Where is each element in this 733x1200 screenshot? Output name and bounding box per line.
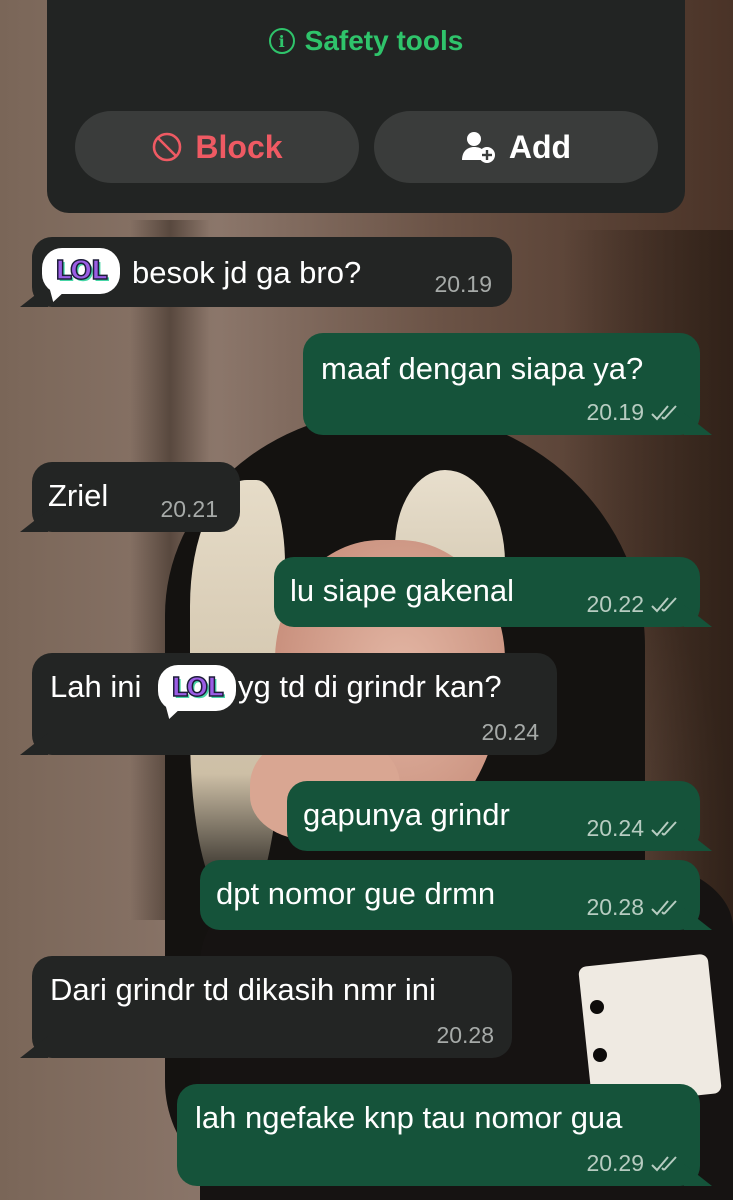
message-text-before-sticker: Lah ini bbox=[50, 669, 142, 704]
read-receipt-icon bbox=[651, 404, 677, 420]
unknown-contact-card: i Safety tools Block Add bbox=[47, 0, 685, 213]
message-text-after-sticker: yg td di grindr kan? bbox=[238, 669, 502, 704]
time-label: 20.19 bbox=[434, 271, 492, 297]
message-bubble-outgoing[interactable]: gapunya grindr 20.24 bbox=[287, 781, 700, 851]
time-label: 20.24 bbox=[481, 719, 539, 745]
message-time: 20.28 bbox=[586, 894, 684, 921]
message-text: maaf dengan siapa ya? bbox=[321, 351, 644, 386]
message-time: 20.28 bbox=[436, 1022, 494, 1049]
read-receipt-icon bbox=[651, 1155, 677, 1171]
message-text: Zriel bbox=[48, 478, 109, 513]
message-bubble-outgoing[interactable]: dpt nomor gue drmn 20.28 bbox=[200, 860, 700, 930]
message-time: 20.21 bbox=[160, 496, 218, 523]
message-time: 20.19 bbox=[434, 271, 492, 298]
message-bubble-incoming[interactable]: Dari grindr td dikasih nmr ini 20.28 bbox=[32, 956, 512, 1058]
message-time: 20.24 bbox=[481, 719, 539, 746]
time-label: 20.24 bbox=[586, 815, 644, 841]
add-person-icon bbox=[461, 132, 495, 163]
message-time: 20.29 bbox=[586, 1150, 684, 1177]
message-bubble-incoming[interactable]: Lah ini LOL yg td di grindr kan? 20.24 bbox=[32, 653, 557, 755]
message-bubble-outgoing[interactable]: lu siape gakenal 20.22 bbox=[274, 557, 700, 627]
message-text: lu siape gakenal bbox=[290, 573, 515, 608]
lol-sticker: LOL bbox=[42, 248, 120, 294]
message-bubble-incoming[interactable]: LOL besok jd ga bro? 20.19 bbox=[32, 237, 512, 307]
sticker-text: LOL bbox=[171, 672, 225, 704]
sticker-text: LOL bbox=[55, 255, 109, 287]
time-label: 20.19 bbox=[586, 399, 644, 425]
read-receipt-icon bbox=[651, 899, 677, 915]
message-text: dpt nomor gue drmn bbox=[216, 876, 496, 911]
block-button[interactable]: Block bbox=[75, 111, 359, 183]
time-label: 20.28 bbox=[436, 1022, 494, 1048]
block-icon bbox=[153, 132, 182, 162]
message-bubble-incoming[interactable]: Zriel 20.21 bbox=[32, 462, 240, 532]
block-label: Block bbox=[195, 128, 283, 165]
time-label: 20.21 bbox=[160, 496, 218, 522]
message-bubble-outgoing[interactable]: maaf dengan siapa ya? 20.19 bbox=[303, 333, 700, 435]
message-time: 20.22 bbox=[586, 591, 684, 618]
message-text: gapunya grindr bbox=[303, 797, 510, 832]
read-receipt-icon bbox=[651, 596, 677, 612]
add-label: Add bbox=[508, 128, 572, 165]
time-label: 20.29 bbox=[586, 1150, 644, 1176]
info-icon: i bbox=[268, 28, 295, 54]
add-contact-button[interactable]: Add bbox=[374, 111, 658, 183]
message-text: besok jd ga bro? bbox=[132, 255, 362, 290]
time-label: 20.28 bbox=[586, 894, 644, 920]
time-label: 20.22 bbox=[586, 591, 644, 617]
message-time: 20.19 bbox=[586, 399, 684, 426]
read-receipt-icon bbox=[651, 820, 677, 836]
safety-tools-link[interactable]: i Safety tools bbox=[47, 22, 685, 60]
message-bubble-outgoing[interactable]: lah ngefake knp tau nomor gua 20.29 bbox=[177, 1084, 700, 1186]
message-text: Dari grindr td dikasih nmr ini bbox=[50, 972, 436, 1007]
lol-sticker: LOL bbox=[158, 665, 236, 711]
safety-tools-label: Safety tools bbox=[304, 25, 464, 56]
message-text: lah ngefake knp tau nomor gua bbox=[195, 1100, 623, 1135]
message-time: 20.24 bbox=[586, 815, 684, 842]
